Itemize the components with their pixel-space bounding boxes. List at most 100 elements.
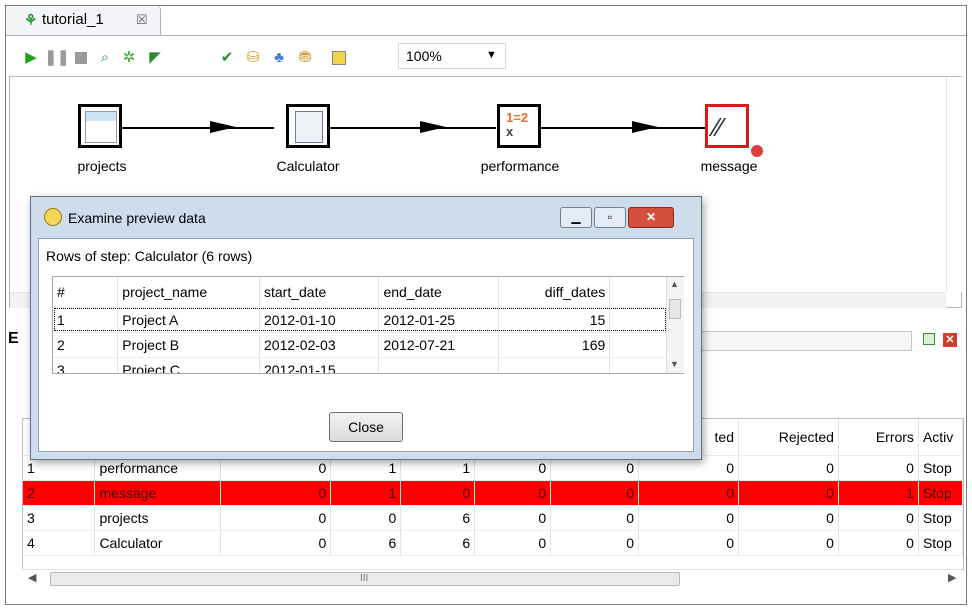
cell: Stop [918,505,963,531]
cell: 2 [53,332,119,358]
cell: 1 [838,480,919,506]
cell: 0 [400,480,476,506]
cell: 6 [400,505,476,531]
debug-icon[interactable]: ✲ [120,49,138,67]
cell: 1 [53,307,119,333]
cell: 3 [23,505,96,531]
close-button[interactable]: Close [329,412,403,442]
cell: 0 [550,480,640,506]
scroll-up-icon[interactable]: ▲ [670,279,679,289]
dialog-title: Examine preview data [68,210,206,226]
cell-filler [609,357,667,373]
close-panel-icon[interactable]: ✕ [943,333,957,347]
column-header[interactable]: Errors [838,419,919,456]
run-icon[interactable]: ▶ [22,49,40,67]
cell: 6 [400,530,476,556]
cell [498,357,611,373]
cell: 0 [738,455,839,481]
hop-line [541,127,705,129]
sql-icon[interactable]: ♣ [270,49,288,67]
formula-icon: 1=2 x [506,110,529,139]
canvas-vertical-scrollbar[interactable] [946,77,962,292]
step-calculator[interactable] [286,104,330,148]
cell: 3 [53,357,119,373]
table-row[interactable]: 2 Project B 2012-02-03 2012-07-21 169 [53,332,667,358]
cell: Project C [117,357,260,373]
cell-filler [609,332,667,358]
calculator-icon [295,111,323,143]
step-message[interactable]: ⁄⁄ [705,104,749,148]
column-header-filler [609,277,667,308]
cell: 0 [738,505,839,531]
scroll-right-icon[interactable]: ▶ [948,571,956,584]
cell: 0 [220,505,332,531]
cell: 0 [474,480,552,506]
table-row[interactable]: 3 Project C 2012-01-15 [53,357,667,373]
close-window-button[interactable]: ✕ [628,207,674,228]
scroll-left-icon[interactable]: ◀ [28,571,36,584]
preview-icon [44,208,62,226]
replay-icon[interactable]: ◤ [146,49,164,67]
cell: 0 [738,530,839,556]
cell: 0 [638,505,739,531]
scroll-down-icon[interactable]: ▼ [670,359,679,369]
explore-db-icon[interactable]: ⛃ [296,49,314,67]
cell: 0 [220,480,332,506]
cell: 0 [838,455,919,481]
spreadsheet-icon [85,111,117,143]
table-row[interactable]: 1 Project A 2012-01-10 2012-01-25 15 [53,307,667,333]
step-label: Calculator [276,158,340,174]
column-header[interactable]: project_name [117,277,260,308]
step-projects[interactable] [78,104,122,148]
cell: Project B [117,332,260,358]
cell: message [94,480,222,506]
cell [378,357,499,373]
show-results-icon[interactable] [330,49,348,67]
rows-caption: Rows of step: Calculator (6 rows) [46,248,253,264]
column-header[interactable]: Activ [918,419,963,456]
table-row[interactable]: 4 Calculator 0 6 6 0 0 0 0 0 Stop [23,530,963,556]
cell: Stop [918,480,963,506]
stop-icon[interactable] [72,49,90,67]
tab-close-icon[interactable]: ☒ [136,12,148,28]
maximize-button[interactable]: ▫ [594,207,626,228]
verify-icon[interactable]: ✔ [218,49,236,67]
preview-vertical-scrollbar[interactable]: ▲ ▼ [666,277,684,373]
cell: 0 [838,530,919,556]
error-badge-icon [750,144,764,158]
cell: Stop [918,455,963,481]
table-row-error[interactable]: 2 message 0 1 0 0 0 0 0 1 Stop [23,480,963,506]
pause-icon[interactable]: ❚❚ [44,49,69,67]
column-header[interactable]: end_date [378,277,499,308]
cell: 2012-01-10 [259,307,380,333]
cell: 0 [220,530,332,556]
cell: 2012-02-03 [259,332,380,358]
column-header[interactable]: Rejected [738,419,839,456]
table-row[interactable]: 3 projects 0 0 6 0 0 0 0 0 Stop [23,505,963,531]
cell: Project A [117,307,260,333]
chevron-down-icon[interactable]: ▼ [486,49,497,61]
cell: 0 [550,505,640,531]
scrollbar-grip: III [360,573,369,584]
panel-title: E [8,330,19,347]
cell: 0 [330,505,402,531]
preview-data-grid[interactable]: # project_name start_date end_date diff_… [52,276,684,374]
cell: 2012-01-25 [378,307,499,333]
preview-icon[interactable]: ⌕ [96,49,114,67]
cell: Stop [918,530,963,556]
column-header[interactable]: start_date [259,277,380,308]
cell: 2 [23,480,96,506]
step-label: message [700,158,758,174]
panel-toolbar-area [700,331,912,351]
column-header[interactable]: # [53,277,119,308]
step-performance[interactable]: 1=2 x [497,104,541,148]
step-label: performance [480,158,560,174]
column-header[interactable]: diff_dates [498,277,611,308]
maximize-panel-icon[interactable] [923,333,935,345]
minimize-button[interactable]: ▁ [560,207,592,228]
cell: 0 [474,530,552,556]
cell: 2012-07-21 [378,332,499,358]
scrollbar-thumb[interactable] [669,299,681,319]
hop-line [330,127,496,129]
impact-icon[interactable]: ⛁ [244,49,262,67]
